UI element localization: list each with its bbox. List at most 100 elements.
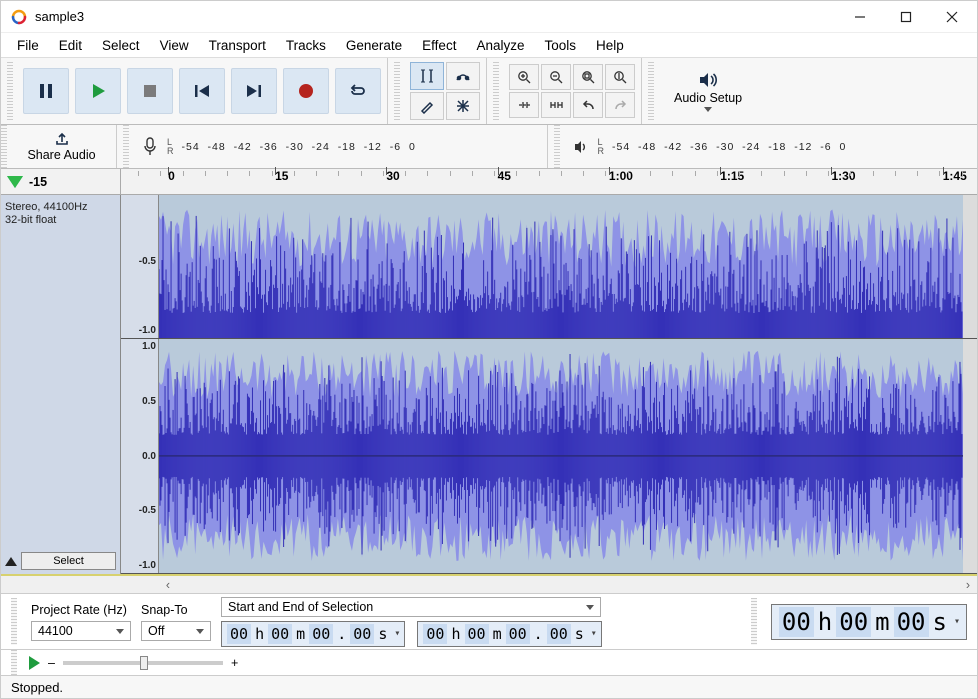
track-collapse-icon[interactable] xyxy=(5,557,17,566)
record-button[interactable] xyxy=(283,68,329,114)
silence-button[interactable] xyxy=(541,92,571,118)
selection-tool[interactable] xyxy=(410,62,444,90)
amplitude-scale: 1.0 0.5 0.0 -0.5 -1.0 xyxy=(121,339,159,573)
fit-selection-button[interactable] xyxy=(573,64,603,90)
zoom-out-button[interactable] xyxy=(541,64,571,90)
toolbar-grip[interactable] xyxy=(7,62,13,120)
waveform-area[interactable]: -0.5 -1.0 1.0 0.5 0.0 -0.5 -1.0 xyxy=(121,195,977,574)
waveform-right[interactable] xyxy=(159,339,977,573)
skip-end-button[interactable] xyxy=(231,68,277,114)
menu-effect[interactable]: Effect xyxy=(412,35,466,56)
lr-label: LR xyxy=(598,138,605,156)
chevron-down-icon[interactable]: ▾ xyxy=(954,616,960,627)
menu-select[interactable]: Select xyxy=(92,35,150,56)
track-info: Stereo, 44100Hz 32-bit float xyxy=(5,201,116,227)
speed-minus: – xyxy=(48,656,55,670)
selection-start-time[interactable]: 00h00m00.00s▾ xyxy=(221,621,405,647)
scroll-right-icon[interactable]: › xyxy=(959,578,977,592)
track-select-button[interactable]: Select xyxy=(21,552,116,570)
transport-toolbar xyxy=(1,58,388,124)
play-button[interactable] xyxy=(75,68,121,114)
app-icon xyxy=(11,9,27,25)
zoom-in-button[interactable] xyxy=(509,64,539,90)
amplitude-scale: -0.5 -1.0 xyxy=(121,195,159,338)
selection-end-time[interactable]: 00h00m00.00s▾ xyxy=(417,621,601,647)
scroll-left-icon[interactable]: ‹ xyxy=(159,578,177,592)
project-rate-select[interactable]: 44100 xyxy=(31,621,131,641)
toolbar-grip[interactable] xyxy=(11,650,17,675)
microphone-icon xyxy=(141,134,159,160)
menu-tools[interactable]: Tools xyxy=(534,35,586,56)
skip-start-button[interactable] xyxy=(179,68,225,114)
toolbar-grip[interactable] xyxy=(123,125,129,168)
play-at-speed-button[interactable] xyxy=(29,656,40,670)
menu-generate[interactable]: Generate xyxy=(336,35,412,56)
audio-setup-label: Audio Setup xyxy=(674,91,742,105)
pause-button[interactable] xyxy=(23,68,69,114)
snap-to-label: Snap-To xyxy=(141,603,211,617)
draw-tool[interactable] xyxy=(410,92,444,120)
maximize-button[interactable] xyxy=(883,1,929,33)
chevron-down-icon xyxy=(704,107,712,112)
play-at-speed-toolbar: – + xyxy=(1,650,977,676)
toolbar-grip[interactable] xyxy=(751,598,757,645)
toolbar-grip[interactable] xyxy=(554,125,560,168)
playback-meter[interactable]: LR -54 -48 -42 -36 -30 -24 -18 -12 -6 0 xyxy=(548,125,978,168)
menu-analyze[interactable]: Analyze xyxy=(466,35,534,56)
trim-button[interactable] xyxy=(509,92,539,118)
menu-file[interactable]: File xyxy=(7,35,49,56)
toolbar-grip[interactable] xyxy=(11,598,17,645)
loop-button[interactable] xyxy=(335,68,381,114)
share-icon xyxy=(54,132,70,146)
audio-setup-toolbar: Audio Setup xyxy=(642,58,758,124)
menu-tracks[interactable]: Tracks xyxy=(276,35,336,56)
tools-toolbar xyxy=(388,58,487,124)
speed-slider[interactable] xyxy=(63,661,223,665)
play-meter-ticks: -54 -48 -42 -36 -30 -24 -18 -12 -6 0 xyxy=(612,141,846,153)
selection-toolbar: Project Rate (Hz) 44100 Snap-To Off Star… xyxy=(1,594,977,650)
toolbar-grip[interactable] xyxy=(493,62,499,120)
slider-thumb[interactable] xyxy=(140,656,148,670)
share-audio-label: Share Audio xyxy=(27,148,95,162)
redo-button[interactable] xyxy=(605,92,635,118)
menu-help[interactable]: Help xyxy=(586,35,634,56)
close-button[interactable] xyxy=(929,1,975,33)
toolbar-grip[interactable] xyxy=(648,62,654,120)
speed-plus: + xyxy=(231,656,238,670)
undo-button[interactable] xyxy=(573,92,603,118)
audio-setup-button[interactable]: Audio Setup xyxy=(664,67,752,116)
meter-row: Share Audio LR -54 -48 -42 -36 -30 -24 -… xyxy=(1,125,977,169)
horizontal-scrollbar[interactable]: ‹ › xyxy=(1,576,977,594)
stop-button[interactable] xyxy=(127,68,173,114)
fit-project-button[interactable] xyxy=(605,64,635,90)
envelope-tool[interactable] xyxy=(446,62,480,90)
waveform-left[interactable] xyxy=(159,195,977,338)
menu-transport[interactable]: Transport xyxy=(199,35,276,56)
timeline-playhead[interactable]: -15 xyxy=(1,169,121,194)
project-rate-label: Project Rate (Hz) xyxy=(31,603,131,617)
share-audio-button[interactable]: Share Audio xyxy=(7,125,117,168)
track-control-panel[interactable]: Stereo, 44100Hz 32-bit float Select xyxy=(1,195,121,574)
chevron-down-icon[interactable]: ▾ xyxy=(394,628,400,639)
minimize-button[interactable] xyxy=(837,1,883,33)
timeline-label: -15 xyxy=(29,175,47,189)
timeline[interactable]: -15 01530451:001:151:301:45 xyxy=(1,169,977,195)
window-title: sample3 xyxy=(35,9,837,24)
menu-edit[interactable]: Edit xyxy=(49,35,92,56)
recording-meter[interactable]: LR -54 -48 -42 -36 -30 -24 -18 -12 -6 0 xyxy=(117,125,548,168)
edit-toolbar xyxy=(487,58,642,124)
menu-view[interactable]: View xyxy=(150,35,199,56)
status-bar: Stopped. xyxy=(1,676,977,698)
snap-to-select[interactable]: Off xyxy=(141,621,211,641)
lr-label: LR xyxy=(167,138,174,156)
toolbar-row: Audio Setup xyxy=(1,58,977,125)
toolbar-grip[interactable] xyxy=(394,62,400,120)
track-area: Stereo, 44100Hz 32-bit float Select -0.5… xyxy=(1,195,977,576)
status-text: Stopped. xyxy=(11,680,63,695)
chevron-down-icon[interactable]: ▾ xyxy=(591,628,597,639)
timeline-ruler[interactable]: 01530451:001:151:301:45 xyxy=(121,169,977,194)
selection-kind-select[interactable]: Start and End of Selection xyxy=(221,597,601,617)
multi-tool[interactable] xyxy=(446,92,480,120)
playhead-marker-icon[interactable] xyxy=(7,176,23,188)
audio-position-time[interactable]: 00h00m00s▾ xyxy=(771,604,967,640)
